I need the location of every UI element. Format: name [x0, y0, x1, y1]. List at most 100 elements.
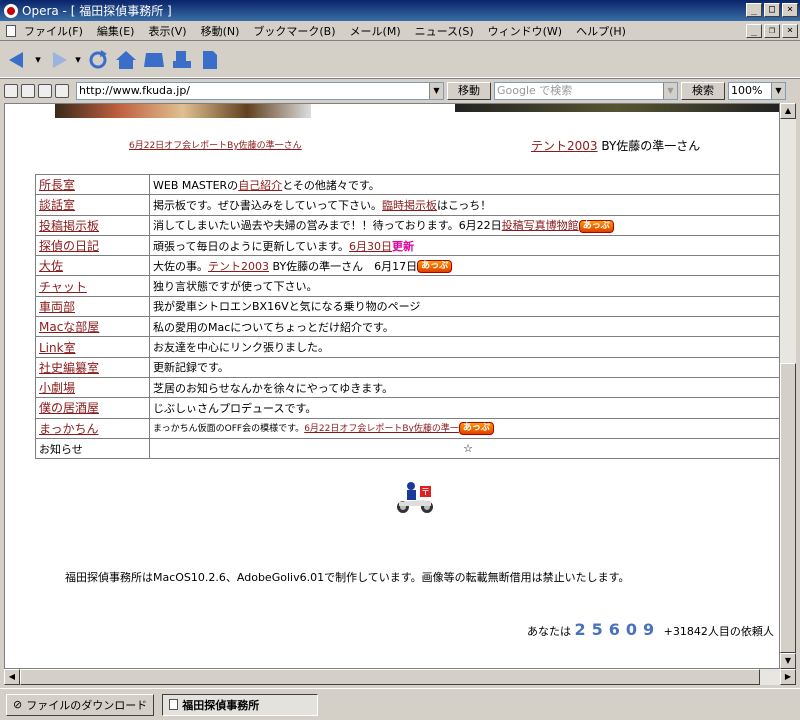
vertical-scrollbar[interactable]: ▲ ▼ — [780, 103, 796, 669]
row-description-cell: 大佐の事。テント2003 BY佐藤の準一さん 6月17日 あっぷ — [149, 255, 779, 277]
title-bar: Opera - [ 福田探偵事務所 ] _ □ × — [0, 0, 800, 21]
doc-close-button[interactable]: × — [782, 24, 798, 38]
maximize-button[interactable]: □ — [764, 3, 780, 17]
row-description-text: はこっち！ — [437, 198, 492, 212]
search-dropdown-icon[interactable]: ▼ — [663, 82, 677, 99]
back-button[interactable] — [6, 48, 30, 72]
menu-window[interactable]: ウィンドウ(W) — [488, 23, 562, 39]
row-title-cell: まっかちん — [35, 417, 150, 439]
row-title-link[interactable]: 車両部 — [39, 300, 75, 314]
table-row: 僕の居酒屋 じぶしぃさんプロデュースです。 — [35, 397, 779, 419]
row-title-cell: 所長室 — [35, 173, 150, 196]
row-description-link[interactable]: 投稿写真博物館 — [502, 219, 579, 232]
page-icon — [203, 50, 217, 69]
row-description-link[interactable]: 臨時掲示板 — [382, 199, 437, 212]
zoom-dropdown-icon[interactable]: ▼ — [771, 82, 785, 99]
tent-caption-text: BY佐藤の準一さん — [597, 139, 701, 153]
back-history-dropdown[interactable]: ▾ — [34, 48, 42, 72]
cookie-icon[interactable] — [21, 83, 35, 98]
zoom-value: 100% — [731, 83, 763, 97]
menu-file[interactable]: ファイル(F) — [24, 23, 83, 39]
row-description-link[interactable]: テント2003 — [208, 260, 269, 273]
tab-bar: ⊘ ファイルのダウンロード 福田探偵事務所 — [0, 688, 800, 720]
row-description-text: 頑張って毎日のように更新しています。 — [153, 239, 350, 253]
row-title-cell: 大佐 — [35, 255, 150, 277]
search-button[interactable]: 検索 — [681, 81, 725, 100]
doc-minimize-button[interactable]: _ — [746, 24, 762, 38]
row-title-link[interactable]: 僕の居酒屋 — [39, 401, 99, 415]
menu-view[interactable]: 表示(V) — [148, 23, 186, 39]
menu-bookmarks[interactable]: ブックマーク(B) — [253, 23, 335, 39]
menu-mail[interactable]: メール(M) — [350, 23, 401, 39]
row-title-link[interactable]: 社史編纂室 — [39, 361, 99, 375]
scroll-down-button[interactable]: ▼ — [780, 653, 796, 669]
offkai-report-link[interactable]: 6月22日オフ会レポートBy佐藤の準一さん — [129, 138, 302, 151]
update-badge: あっぷ — [458, 421, 494, 435]
page-tab[interactable]: 福田探偵事務所 — [162, 693, 319, 716]
scroll-left-button[interactable]: ◀ — [4, 669, 20, 685]
table-row: 探偵の日記 頑張って毎日のように更新しています。6月30日更新 — [35, 234, 779, 257]
counter-digits: 25609 — [574, 620, 661, 639]
close-button[interactable]: × — [782, 3, 798, 17]
menu-navigate[interactable]: 移動(N) — [201, 23, 240, 39]
menu-help[interactable]: ヘルプ(H) — [576, 23, 626, 39]
menu-edit[interactable]: 編集(E) — [97, 23, 135, 39]
horizontal-scroll-thumb[interactable] — [20, 669, 760, 685]
home-button[interactable] — [114, 48, 138, 72]
go-button[interactable]: 移動 — [447, 81, 491, 100]
page-button[interactable] — [198, 48, 222, 72]
row-title-link[interactable]: 小劇場 — [39, 381, 75, 395]
address-url: http://www.fkuda.jp/ — [79, 83, 191, 97]
hotlist-button[interactable] — [142, 48, 166, 72]
tent-2003-link[interactable]: テント2003 — [531, 139, 598, 153]
page-tab-icon — [169, 699, 179, 710]
scroll-up-button[interactable]: ▲ — [780, 103, 796, 119]
row-title-link[interactable]: Macな部屋 — [39, 320, 99, 334]
row-description-link[interactable]: 自己紹介 — [238, 179, 282, 192]
row-title-link[interactable]: Link室 — [39, 341, 76, 355]
row-description-text: WEB MASTERの — [153, 178, 239, 192]
zoom-select[interactable]: 100% ▼ — [728, 81, 786, 100]
forward-arrow-icon — [53, 51, 67, 68]
forward-button[interactable] — [46, 48, 70, 72]
horizontal-scrollbar[interactable]: ◀ ▶ — [4, 669, 796, 685]
row-title-cell: 社史編纂室 — [35, 356, 150, 378]
forward-history-dropdown[interactable]: ▾ — [74, 48, 82, 72]
download-label: ファイルのダウンロード — [26, 698, 148, 712]
security-icon[interactable] — [4, 83, 18, 98]
row-description-text: 消してしまいたい過去や夫婦の営みまで！！待っております。6月22日 — [153, 219, 502, 233]
table-row: まっかちん まっかちん仮面のOFF会の模様です。6月22日オフ会レポートBy佐藤の… — [35, 417, 779, 439]
search-placeholder: Google で検索 — [497, 83, 573, 97]
reload-button[interactable] — [86, 48, 110, 72]
banner-photo-right — [455, 104, 779, 112]
row-title-cell: 車両部 — [35, 295, 150, 318]
row-description-text: 私の愛用のMacについてちょっとだけ紹介です。 — [153, 320, 394, 334]
vertical-scroll-thumb[interactable] — [780, 363, 796, 653]
row-description-cell: ☆ — [149, 437, 779, 460]
download-tab[interactable]: ⊘ ファイルのダウンロード — [6, 693, 155, 716]
menu-news[interactable]: ニュース(S) — [415, 23, 474, 39]
print-small-icon[interactable] — [55, 83, 69, 98]
print-button[interactable] — [170, 48, 194, 72]
row-title-link[interactable]: 所長室 — [39, 178, 75, 192]
table-row: Macな部屋 私の愛用のMacについてちょっとだけ紹介です。 — [35, 316, 779, 338]
row-title-link[interactable]: 談話室 — [39, 198, 75, 212]
address-input[interactable]: http://www.fkuda.jp/ ▼ — [76, 81, 444, 100]
row-title-cell: 談話室 — [35, 194, 150, 216]
search-input[interactable]: Google で検索 ▼ — [494, 81, 678, 100]
row-description-link[interactable]: 6月30日 — [349, 240, 392, 253]
row-title-cell: お知らせ — [35, 437, 150, 460]
address-dropdown-icon[interactable]: ▼ — [429, 82, 443, 99]
home-small-icon[interactable] — [38, 83, 52, 98]
scroll-right-button[interactable]: ▶ — [780, 669, 796, 685]
row-description-link[interactable]: 6月22日オフ会レポートBy佐藤の準一 — [304, 424, 459, 434]
doc-restore-button[interactable]: ❐ — [764, 24, 780, 38]
row-title-link[interactable]: まっかちん — [39, 422, 99, 436]
row-description-text: 更新 — [392, 239, 415, 253]
minimize-button[interactable]: _ — [746, 3, 762, 17]
row-title-link[interactable]: チャット — [39, 280, 87, 294]
row-title-link[interactable]: 大佐 — [39, 259, 63, 273]
row-title-link[interactable]: 投稿掲示板 — [39, 219, 99, 233]
print-icon — [173, 50, 191, 68]
row-title-link[interactable]: 探偵の日記 — [39, 239, 99, 253]
